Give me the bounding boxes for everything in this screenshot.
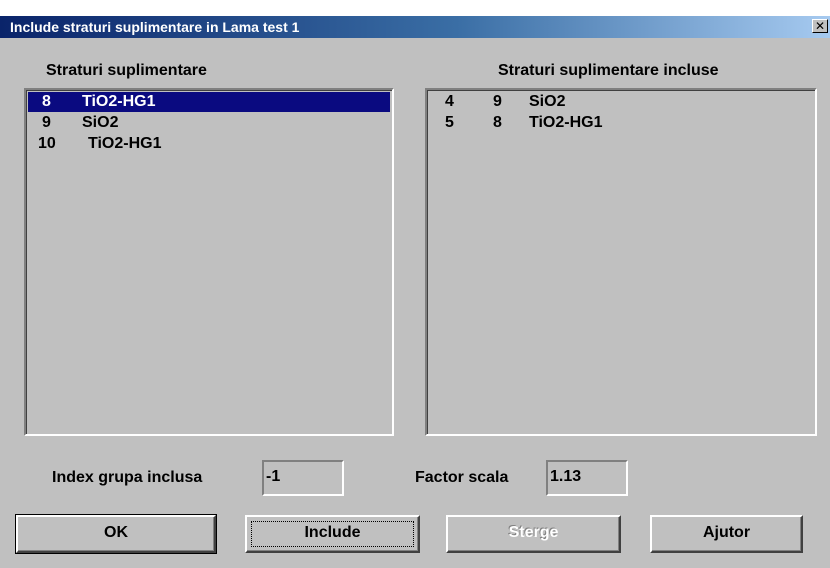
- close-icon: ✕: [814, 19, 826, 33]
- scale-factor-label: Factor scala: [415, 469, 509, 486]
- list-item[interactable]: 8 TiO2-HG1: [28, 92, 390, 112]
- ok-button[interactable]: OK: [15, 514, 217, 554]
- index-group-label: Index grupa inclusa: [52, 469, 203, 486]
- include-layers-dialog: Include straturi suplimentare in Lama te…: [0, 0, 830, 568]
- focus-ring: [251, 521, 414, 547]
- available-layers-list[interactable]: 8 TiO2-HG1 9 SiO2 10 TiO2-HG1: [24, 88, 394, 436]
- layer-name: SiO2: [529, 93, 566, 110]
- list-item[interactable]: 4 9 SiO2: [429, 92, 813, 112]
- layer-name: TiO2-HG1: [82, 93, 156, 110]
- layer-name: TiO2-HG1: [529, 114, 603, 131]
- list-item[interactable]: 9 SiO2: [28, 113, 390, 133]
- title-bar[interactable]: Include straturi suplimentare in Lama te…: [0, 16, 830, 38]
- layer-index: 8: [42, 93, 51, 110]
- ok-button-label: OK: [104, 524, 128, 541]
- layer-name: SiO2: [82, 114, 119, 131]
- window-title: Include straturi suplimentare in Lama te…: [10, 19, 300, 35]
- delete-button-label: Sterge: [508, 524, 559, 541]
- layer-index: 9: [42, 114, 51, 131]
- close-button[interactable]: ✕: [812, 19, 828, 33]
- layer-name: TiO2-HG1: [88, 135, 162, 152]
- index-group-field[interactable]: -1: [262, 460, 344, 496]
- layer-position: 5: [445, 114, 454, 131]
- available-layers-header: Straturi suplimentare: [46, 62, 207, 79]
- scale-factor-field[interactable]: 1.13: [546, 460, 628, 496]
- include-button[interactable]: Include: [245, 515, 420, 553]
- included-layers-header: Straturi suplimentare incluse: [498, 62, 719, 79]
- top-strip: [0, 0, 830, 16]
- help-button[interactable]: Ajutor: [650, 515, 803, 553]
- layer-index: 8: [493, 114, 502, 131]
- list-item[interactable]: 5 8 TiO2-HG1: [429, 113, 813, 133]
- layer-position: 4: [445, 93, 454, 110]
- help-button-label: Ajutor: [702, 524, 751, 541]
- layer-index: 10: [38, 135, 56, 152]
- delete-button[interactable]: Sterge: [446, 515, 621, 553]
- list-item[interactable]: 10 TiO2-HG1: [28, 134, 390, 154]
- included-layers-list[interactable]: 4 9 SiO2 5 8 TiO2-HG1: [425, 88, 817, 436]
- layer-index: 9: [493, 93, 502, 110]
